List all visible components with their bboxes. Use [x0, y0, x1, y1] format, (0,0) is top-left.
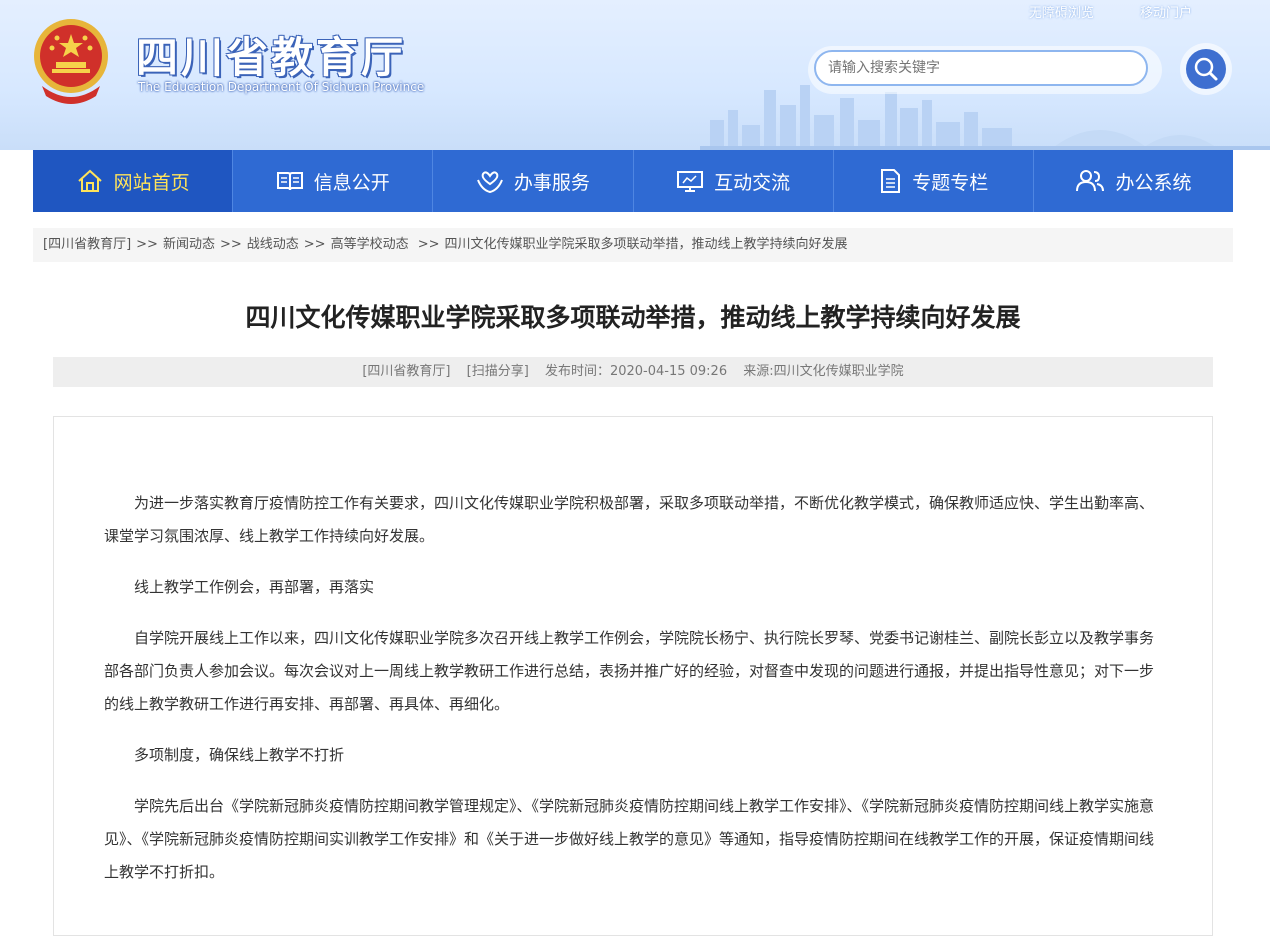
- breadcrumb-item-root[interactable]: [四川省教育厅]: [43, 237, 131, 252]
- nav-interaction-label: 互动交流: [714, 171, 791, 194]
- meta-share[interactable]: [扫描分享]: [467, 364, 529, 379]
- article-paragraph: 多项制度，确保线上教学不打折: [134, 746, 345, 764]
- breadcrumb-item-current[interactable]: 四川文化传媒职业学院采取多项联动举措，推动线上教学持续向好发展: [445, 237, 848, 252]
- breadcrumb-item-universities[interactable]: 高等学校动态: [331, 237, 409, 252]
- nav-home-label: 网站首页: [113, 171, 190, 194]
- article-paragraph: 自学院开展线上工作以来，四川文化传媒职业学院多次召开线上教学工作例会，学院院长杨…: [104, 629, 1155, 713]
- article-paragraph: 学院先后出台《学院新冠肺炎疫情防控期间教学管理规定》、《学院新冠肺炎疫情防控期间…: [104, 797, 1155, 881]
- book-icon: [276, 172, 303, 191]
- search-input[interactable]: [814, 50, 1148, 86]
- document-icon: [881, 169, 901, 193]
- nav-topics-label: 专题专栏: [912, 171, 989, 194]
- breadcrumb-separator: >>: [303, 237, 326, 252]
- breadcrumb-separator: >>: [219, 237, 242, 252]
- top-links: 无障碍浏览 移动门户: [987, 2, 1192, 21]
- nav-office-label: 办公系统: [1115, 171, 1192, 194]
- breadcrumb-separator: >>: [417, 237, 440, 252]
- nav-home[interactable]: 网站首页: [33, 150, 234, 212]
- site-subtitle: The Education Department Of Sichuan Prov…: [138, 80, 425, 94]
- site-header: 无障碍浏览 移动门户 四川省教育厅 The Education Departme…: [0, 0, 1270, 150]
- accessibility-link[interactable]: 无障碍浏览: [1029, 6, 1094, 21]
- nav-special-topics[interactable]: 专题专栏: [834, 150, 1034, 212]
- users-icon: [1076, 170, 1105, 192]
- nav-office-system[interactable]: 办公系统: [1034, 150, 1233, 212]
- article-meta: [四川省教育厅] [扫描分享] 发布时间：2020-04-15 09:26 来源…: [53, 357, 1213, 387]
- breadcrumb-item-frontline[interactable]: 战线动态: [247, 237, 299, 252]
- monitor-icon: [677, 171, 704, 192]
- national-emblem-logo: [34, 19, 108, 104]
- breadcrumb: [四川省教育厅] >> 新闻动态 >> 战线动态 >> 高等学校动态 >> 四川文化传媒职业学…: [33, 228, 1233, 262]
- main-nav: 网站首页 信息公开 办事服务 互动交流 专题专栏 办公系统: [33, 150, 1233, 212]
- nav-info-disclosure[interactable]: 信息公开: [233, 150, 434, 212]
- article-body: 为进一步落实教育厅疫情防控工作有关要求，四川文化传媒职业学院积极部署，采取多项联…: [53, 416, 1213, 936]
- search-icon: [1194, 57, 1218, 81]
- nav-interaction[interactable]: 互动交流: [634, 150, 834, 212]
- article-paragraph: 为进一步落实教育厅疫情防控工作有关要求，四川文化传媒职业学院积极部署，采取多项联…: [104, 494, 1155, 545]
- search-button[interactable]: [1180, 43, 1232, 95]
- breadcrumb-separator: >>: [136, 237, 158, 252]
- nav-info-label: 信息公开: [313, 171, 390, 194]
- meta-source: 来源:四川文化传媒职业学院: [743, 364, 904, 379]
- meta-date: 发布时间：2020-04-15 09:26: [544, 364, 728, 379]
- home-icon: [77, 169, 102, 192]
- meta-site[interactable]: [四川省教育厅]: [362, 364, 450, 379]
- nav-services[interactable]: 办事服务: [433, 150, 634, 212]
- hands-icon: [476, 171, 503, 194]
- search-box: [808, 46, 1162, 94]
- breadcrumb-item-news[interactable]: 新闻动态: [163, 237, 215, 252]
- mobile-portal-link[interactable]: 移动门户: [1140, 6, 1192, 21]
- article-paragraph: 线上教学工作例会，再部署，再落实: [134, 578, 375, 596]
- nav-services-label: 办事服务: [513, 171, 590, 194]
- article-title: 四川文化传媒职业学院采取多项联动举措，推动线上教学持续向好发展: [245, 303, 1021, 332]
- site-title: 四川省教育厅: [136, 33, 407, 82]
